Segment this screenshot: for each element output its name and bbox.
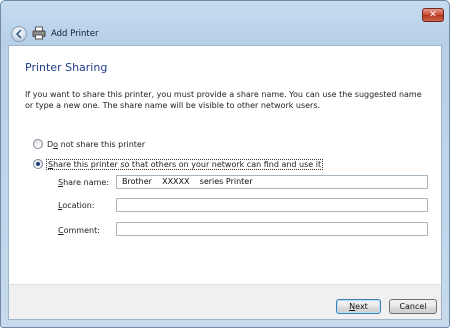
page-heading: Printer Sharing bbox=[25, 61, 108, 74]
share-printer-radio[interactable] bbox=[33, 159, 43, 169]
do-not-share-option[interactable]: Do not share this printer bbox=[33, 139, 145, 149]
back-button[interactable] bbox=[11, 26, 27, 42]
window-title: Add Printer bbox=[51, 29, 99, 39]
page-description: If you want to share this printer, you m… bbox=[25, 90, 422, 110]
share-printer-label[interactable]: Share this printer so that others on you… bbox=[45, 158, 324, 170]
close-icon: ✕ bbox=[429, 10, 437, 20]
share-printer-option[interactable]: Share this printer so that others on you… bbox=[33, 158, 324, 170]
do-not-share-label[interactable]: Do not share this printer bbox=[47, 140, 145, 149]
location-label: Location: bbox=[58, 201, 95, 210]
comment-input[interactable] bbox=[116, 222, 428, 236]
share-name-input[interactable]: Brother XXXXX series Printer bbox=[116, 175, 428, 189]
share-name-label: Share name: bbox=[58, 178, 110, 187]
back-arrow-icon bbox=[16, 29, 22, 39]
do-not-share-radio[interactable] bbox=[33, 139, 43, 149]
printer-icon bbox=[32, 26, 46, 40]
next-button[interactable]: Next bbox=[336, 299, 381, 314]
comment-label: Comment: bbox=[58, 226, 100, 235]
cancel-button[interactable]: Cancel bbox=[389, 299, 437, 314]
next-button-label: Next bbox=[349, 302, 368, 311]
location-input[interactable] bbox=[116, 198, 428, 212]
close-button[interactable]: ✕ bbox=[422, 8, 444, 22]
